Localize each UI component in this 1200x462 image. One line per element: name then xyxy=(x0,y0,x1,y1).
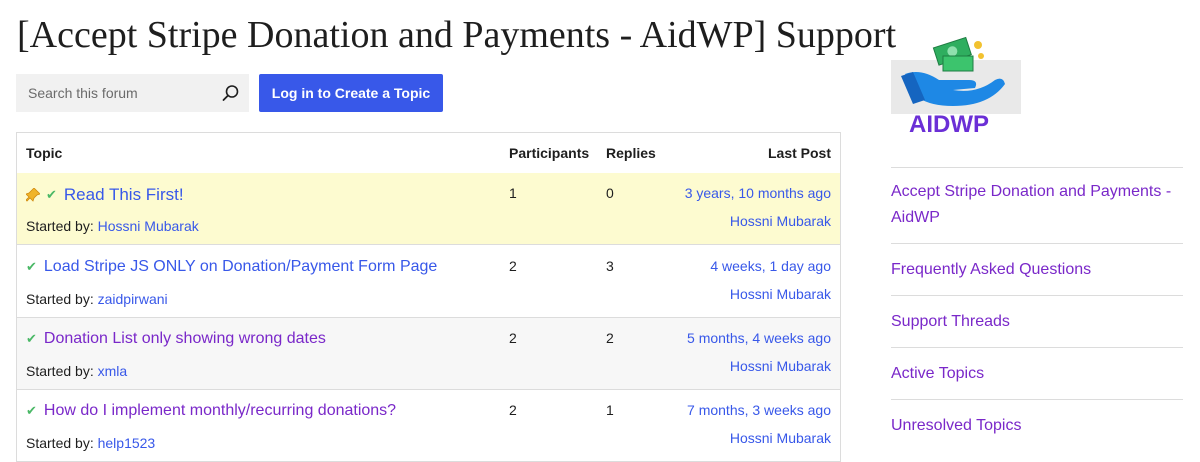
resolved-check-icon: ✔ xyxy=(26,259,37,274)
topic-author-link[interactable]: zaidpirwani xyxy=(98,291,168,307)
started-by-label: Started by: xyxy=(26,218,94,234)
last-post-time-link[interactable]: 4 weeks, 1 day ago xyxy=(710,258,831,274)
table-row: ✔ How do I implement monthly/recurring d… xyxy=(17,390,840,461)
replies-count: 0 xyxy=(606,185,614,201)
topic-author-link[interactable]: help1523 xyxy=(98,435,156,451)
resolved-check-icon: ✔ xyxy=(46,187,57,202)
sidebar-link-support-threads[interactable]: Support Threads xyxy=(891,313,1010,330)
header-replies: Replies xyxy=(606,145,656,161)
started-by: Started by: Hossni Mubarak xyxy=(26,218,199,234)
sidebar-item-active-topics: Active Topics xyxy=(891,347,1183,399)
pin-icon xyxy=(25,187,41,202)
sidebar-link-active-topics[interactable]: Active Topics xyxy=(891,365,984,382)
replies-count: 1 xyxy=(606,402,614,418)
topic-title-line: ✔ Read This First! xyxy=(25,185,184,205)
topic-title-line: ✔ How do I implement monthly/recurring d… xyxy=(26,402,396,420)
last-post-time-link[interactable]: 3 years, 10 months ago xyxy=(685,185,831,201)
table-row: ✔ Read This First! Started by: Hossni Mu… xyxy=(17,173,840,245)
sidebar-item-support-threads: Support Threads xyxy=(891,295,1183,347)
page-title: [Accept Stripe Donation and Payments - A… xyxy=(17,14,897,56)
resolved-check-icon: ✔ xyxy=(26,403,37,418)
sidebar-item-unresolved-topics: Unresolved Topics xyxy=(891,399,1183,451)
sidebar-link-unresolved-topics[interactable]: Unresolved Topics xyxy=(891,417,1021,434)
search-form xyxy=(16,74,249,112)
topic-link[interactable]: Read This First! xyxy=(64,185,184,205)
started-by-label: Started by: xyxy=(26,363,94,379)
replies-count: 2 xyxy=(606,330,614,346)
header-participants: Participants xyxy=(509,145,590,161)
participants-count: 2 xyxy=(509,258,517,274)
table-header: Topic Participants Replies Last Post xyxy=(17,133,840,174)
started-by: Started by: zaidpirwani xyxy=(26,291,168,307)
logo-text: AIDWP xyxy=(909,111,989,136)
resolved-check-icon: ✔ xyxy=(26,331,37,346)
sidebar-item-plugin: Accept Stripe Donation and Payments - Ai… xyxy=(891,167,1183,243)
sidebar-link-plugin[interactable]: Accept Stripe Donation and Payments - Ai… xyxy=(891,183,1171,226)
search-icon[interactable] xyxy=(221,83,241,103)
participants-count: 2 xyxy=(509,330,517,346)
started-by: Started by: xmla xyxy=(26,363,127,379)
header-topic: Topic xyxy=(26,145,63,161)
search-input[interactable] xyxy=(16,74,216,112)
topic-title-line: ✔ Donation List only showing wrong dates xyxy=(26,330,326,348)
topic-link[interactable]: Load Stripe JS ONLY on Donation/Payment … xyxy=(44,258,437,276)
table-row: ✔ Donation List only showing wrong dates… xyxy=(17,318,840,390)
last-post-author-link[interactable]: Hossni Mubarak xyxy=(730,213,831,229)
sidebar-link-faq[interactable]: Frequently Asked Questions xyxy=(891,261,1091,278)
started-by-label: Started by: xyxy=(26,435,94,451)
participants-count: 1 xyxy=(509,185,517,201)
topic-link[interactable]: How do I implement monthly/recurring don… xyxy=(44,402,396,420)
topic-title-line: ✔ Load Stripe JS ONLY on Donation/Paymen… xyxy=(26,258,437,276)
participants-count: 2 xyxy=(509,402,517,418)
table-row: ✔ Load Stripe JS ONLY on Donation/Paymen… xyxy=(17,246,840,318)
last-post-author-link[interactable]: Hossni Mubarak xyxy=(730,358,831,374)
topic-link[interactable]: Donation List only showing wrong dates xyxy=(44,330,326,348)
last-post-author-link[interactable]: Hossni Mubarak xyxy=(730,430,831,446)
header-last-post: Last Post xyxy=(767,145,831,161)
last-post-author-link[interactable]: Hossni Mubarak xyxy=(730,286,831,302)
create-topic-button[interactable]: Log in to Create a Topic xyxy=(259,74,443,112)
topics-table: Topic Participants Replies Last Post ✔ R… xyxy=(16,132,841,462)
topic-author-link[interactable]: xmla xyxy=(98,363,128,379)
sidebar: Accept Stripe Donation and Payments - Ai… xyxy=(891,167,1183,451)
last-post-time-link[interactable]: 7 months, 3 weeks ago xyxy=(687,402,831,418)
plugin-logo: AIDWP xyxy=(891,36,1021,138)
started-by: Started by: help1523 xyxy=(26,435,155,451)
started-by-label: Started by: xyxy=(26,291,94,307)
topic-author-link[interactable]: Hossni Mubarak xyxy=(98,218,199,234)
sidebar-item-faq: Frequently Asked Questions xyxy=(891,243,1183,295)
last-post-time-link[interactable]: 5 months, 4 weeks ago xyxy=(687,330,831,346)
replies-count: 3 xyxy=(606,258,614,274)
